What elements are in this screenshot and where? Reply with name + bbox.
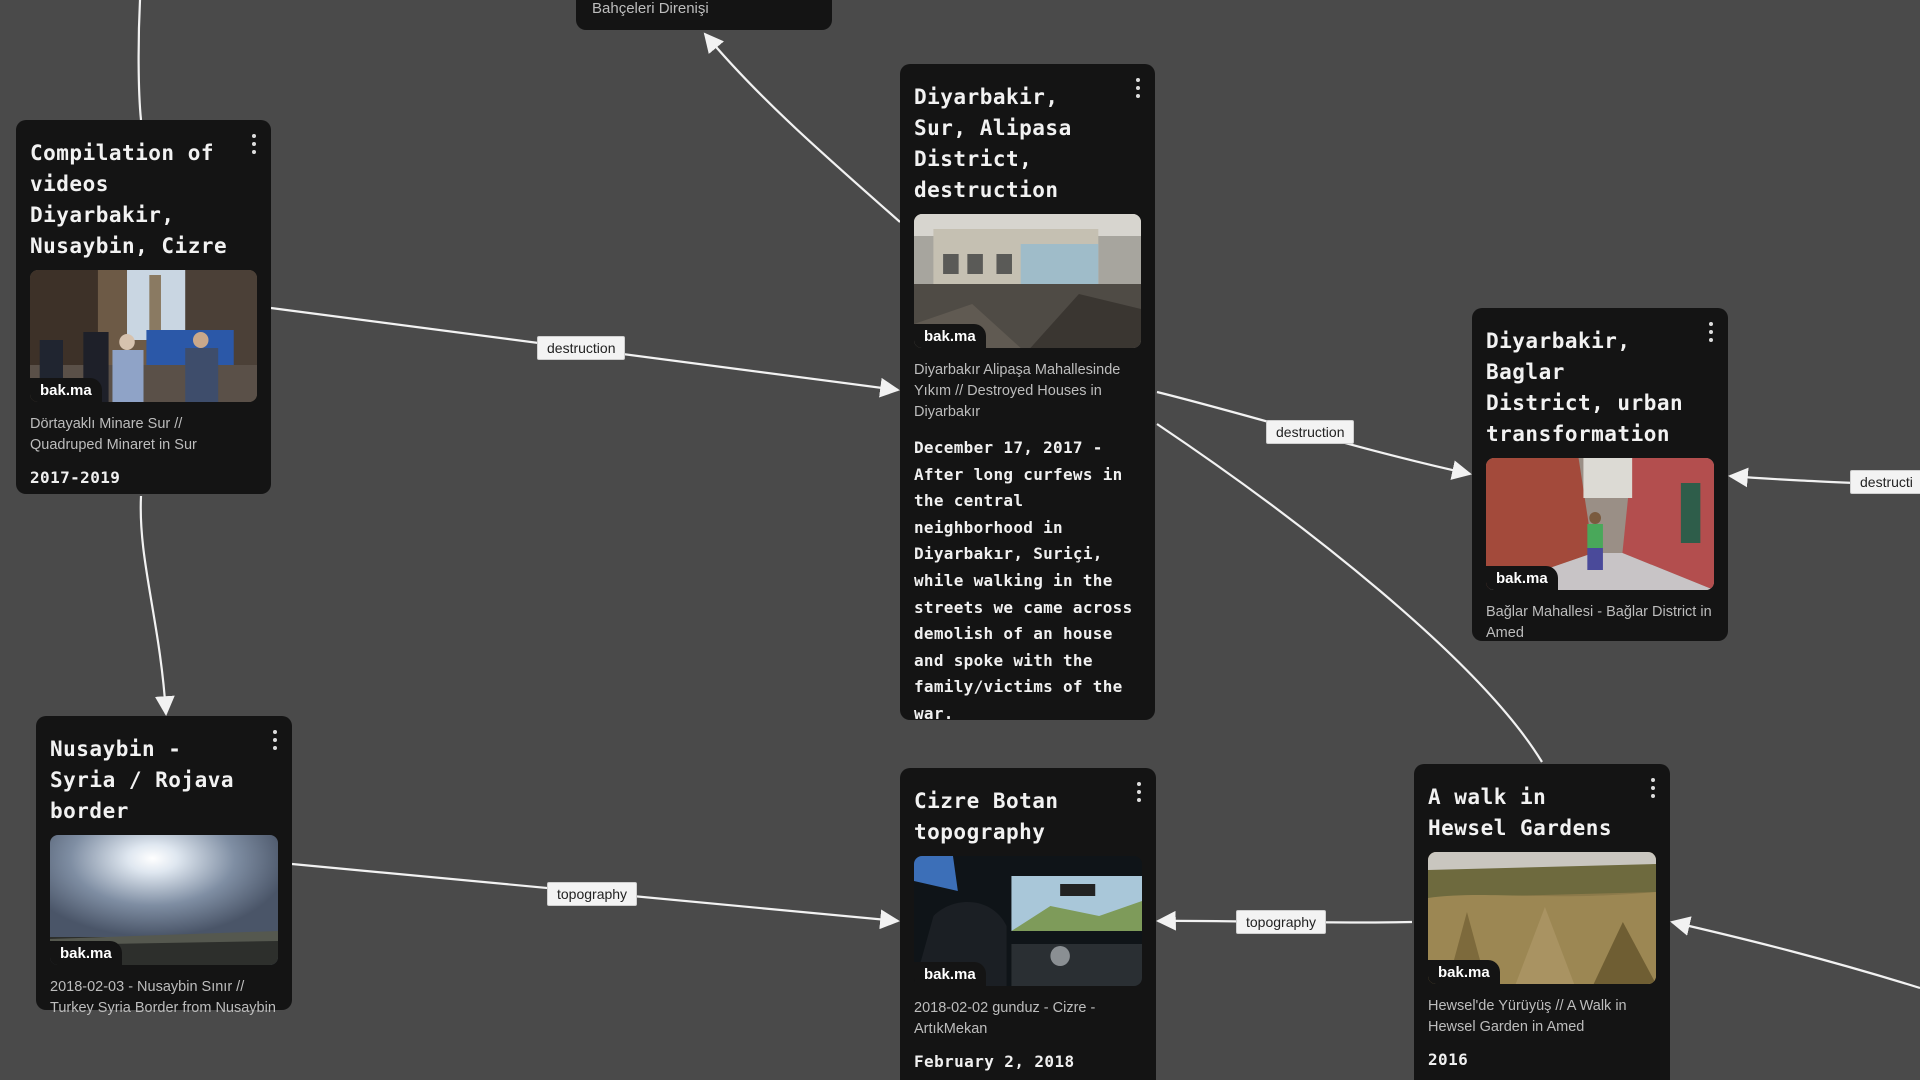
node-title: Nusaybin - Syria / Rojava border: [50, 737, 235, 823]
edge-label-hewsel-cizre[interactable]: topography: [1236, 910, 1327, 934]
node-menu-icon[interactable]: [1133, 78, 1143, 98]
node-caption: Dörtayaklı Minare Sur // Quadruped Minar…: [30, 416, 197, 453]
edge-top-to-compilation[interactable]: [137, 0, 143, 121]
node-caption: Bahçeleri Direnişi: [592, 0, 709, 17]
edge-label-alipasa-baglar[interactable]: destruction: [1266, 420, 1355, 444]
edge-label-nusaybin-cizre[interactable]: topography: [547, 882, 638, 906]
node-date: 2017-2019: [30, 468, 121, 487]
node-date: February 2, 2018: [914, 1052, 1075, 1071]
node-title: A walk in Hewsel Gardens: [1428, 785, 1613, 840]
bakma-badge: bak.ma: [1428, 960, 1500, 984]
bakma-badge: bak.ma: [30, 378, 102, 402]
node-menu-icon[interactable]: [1648, 778, 1658, 798]
edge-compilation-to-nusaybin[interactable]: [139, 495, 175, 716]
node-caption: Diyarbakır Alipaşa Mahallesinde Yıkım //…: [914, 362, 1121, 420]
node-title: Compilation of videos Diyarbakir, Nusayb…: [30, 141, 228, 258]
video-thumbnail[interactable]: bak.ma: [50, 835, 278, 965]
node-compilation[interactable]: Compilation of videos Diyarbakir, Nusayb…: [16, 120, 271, 494]
node-alipasa[interactable]: Diyarbakir, Sur, Alipasa District, destr…: [900, 64, 1155, 723]
node-caption: 2018-02-02 gunduz - Cizre - ArtıkMekan: [914, 1000, 1096, 1037]
video-thumbnail[interactable]: bak.ma: [30, 270, 257, 402]
edge-label-offscreen-baglar[interactable]: destructi: [1850, 470, 1920, 494]
node-date: 2016: [1428, 1050, 1469, 1069]
node-caption: Hewsel'de Yürüyüş // A Walk in Hewsel Ga…: [1428, 998, 1627, 1035]
partial-node-top[interactable]: Bahçeleri Direnişi: [576, 0, 832, 30]
node-menu-icon[interactable]: [1706, 322, 1716, 342]
graph-canvas[interactable]: Bahçeleri Direnişi Compilation of videos…: [0, 0, 1920, 1080]
bakma-badge: bak.ma: [1486, 566, 1558, 590]
node-caption: 2018-02-03 - Nusaybin Sınır // Turkey Sy…: [50, 979, 276, 1016]
node-description: December 17, 2017 - After long curfews i…: [914, 438, 1133, 723]
video-thumbnail[interactable]: bak.ma: [1428, 852, 1656, 984]
node-title: Diyarbakir, Baglar District, urban trans…: [1486, 329, 1684, 446]
node-caption: Bağlar Mahallesi - Bağlar District in Am…: [1486, 604, 1712, 641]
node-baglar[interactable]: Diyarbakir, Baglar District, urban trans…: [1472, 308, 1728, 641]
edge-label-compilation-alipasa[interactable]: destruction: [537, 336, 626, 360]
node-nusaybin[interactable]: Nusaybin - Syria / Rojava border bak.ma …: [36, 716, 292, 1016]
bakma-badge: bak.ma: [50, 941, 122, 965]
bakma-badge: bak.ma: [914, 962, 986, 986]
edge-offscreen-to-hewsel[interactable]: [1670, 916, 1920, 990]
node-hewsel[interactable]: A walk in Hewsel Gardens bak.ma Hewsel'd…: [1414, 764, 1670, 1080]
node-title: Cizre Botan topography: [914, 789, 1059, 844]
node-cizre[interactable]: Cizre Botan topography bak.ma 2018-02-02…: [900, 768, 1156, 1080]
node-menu-icon[interactable]: [249, 134, 259, 154]
edge-alipasa-to-top[interactable]: [703, 32, 901, 223]
bakma-badge: bak.ma: [914, 324, 986, 348]
video-thumbnail[interactable]: bak.ma: [1486, 458, 1714, 590]
node-menu-icon[interactable]: [1134, 782, 1144, 802]
video-thumbnail[interactable]: bak.ma: [914, 214, 1141, 348]
node-title: Diyarbakir, Sur, Alipasa District, destr…: [914, 85, 1072, 202]
video-thumbnail[interactable]: bak.ma: [914, 856, 1142, 986]
node-menu-icon[interactable]: [270, 730, 280, 750]
